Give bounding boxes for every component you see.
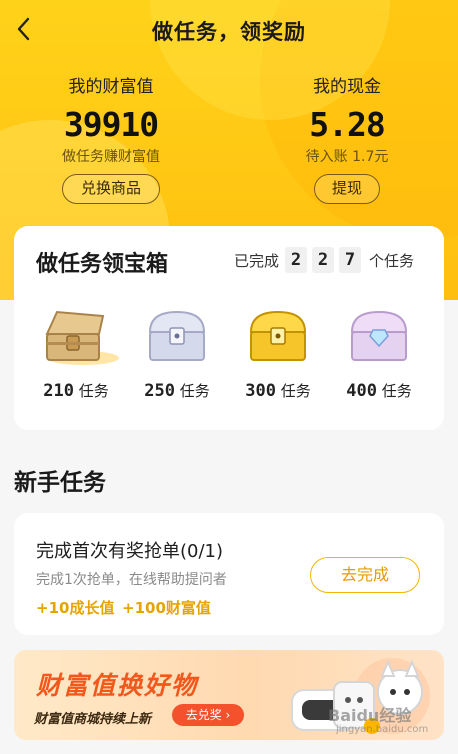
chest-item[interactable]: 300 任务 (228, 306, 328, 401)
chest-card-title: 做任务领宝箱 (36, 252, 169, 277)
wealth-label: 我的财富值 (68, 77, 154, 97)
chest-unit: 任务 (280, 382, 311, 400)
newbie-section-title: 新手任务 (14, 470, 106, 496)
go-complete-button[interactable]: 去完成 (310, 557, 420, 593)
chest-item[interactable]: 250 任务 (127, 306, 227, 401)
completed-suffix: 个任务 (369, 251, 415, 270)
task-description: 完成1次抢单，在线帮助提问者 (36, 572, 227, 588)
wealth-sub: 做任务赚财富值 (62, 149, 160, 165)
treasure-chest-card: 做任务领宝箱 已完成 2 2 7 个任务 210 任务 250 任务 300 任… (14, 226, 444, 430)
redeem-button[interactable]: 去兑奖 › (172, 704, 244, 726)
completed-digit: 2 (285, 247, 308, 273)
completed-counter: 已完成 2 2 7 个任务 (234, 246, 414, 274)
wealth-panel: 我的财富值 39910 做任务赚财富值 (11, 72, 211, 166)
chest-count: 210 (43, 381, 74, 401)
open-wooden-chest-icon (45, 310, 119, 365)
chest-item[interactable]: 400 任务 (329, 306, 429, 401)
silver-chest-icon (148, 310, 206, 361)
reward-growth: +10成长值 (36, 599, 115, 617)
wealth-value: 39910 (63, 105, 159, 144)
banner-title: 财富值换好物 (36, 671, 199, 700)
cash-value: 5.28 (309, 105, 385, 144)
chest-count: 300 (245, 381, 276, 401)
completed-digit: 7 (339, 247, 362, 273)
chest-count: 250 (144, 381, 175, 401)
chest-unit: 任务 (179, 382, 210, 400)
completed-prefix: 已完成 (234, 251, 280, 270)
chest-label: 400 任务 (329, 380, 429, 401)
task-name: 完成首次有奖抢单(0/1) (36, 541, 224, 562)
task-card: 完成首次有奖抢单(0/1) 完成1次抢单，在线帮助提问者 +10成长值 +100… (14, 513, 444, 635)
chest-label: 210 任务 (26, 380, 126, 401)
completed-digit: 2 (312, 247, 335, 273)
banner-subtitle: 财富值商城持续上新 (34, 712, 152, 727)
page-title: 做任务，领奖励 (152, 20, 306, 44)
reward-wealth: +100财富值 (122, 599, 211, 617)
gold-chest-icon (249, 310, 307, 361)
cash-sub: 待入账 1.7元 (305, 149, 389, 165)
diamond-chest-icon (350, 310, 408, 361)
cash-panel: 我的现金 5.28 待入账 1.7元 (247, 72, 447, 166)
withdraw-button[interactable]: 提现 (314, 174, 380, 204)
chest-unit: 任务 (381, 382, 412, 400)
watermark-url: jingyan.baidu.com (336, 724, 429, 735)
cash-label: 我的现金 (313, 77, 381, 97)
chest-label: 250 任务 (127, 380, 227, 401)
chest-count: 400 (346, 381, 377, 401)
redeem-goods-button[interactable]: 兑换商品 (62, 174, 160, 204)
chest-label: 300 任务 (228, 380, 328, 401)
chest-item[interactable]: 210 任务 (26, 306, 126, 401)
chest-unit: 任务 (78, 382, 109, 400)
watermark: Baidu经验 (328, 706, 412, 725)
